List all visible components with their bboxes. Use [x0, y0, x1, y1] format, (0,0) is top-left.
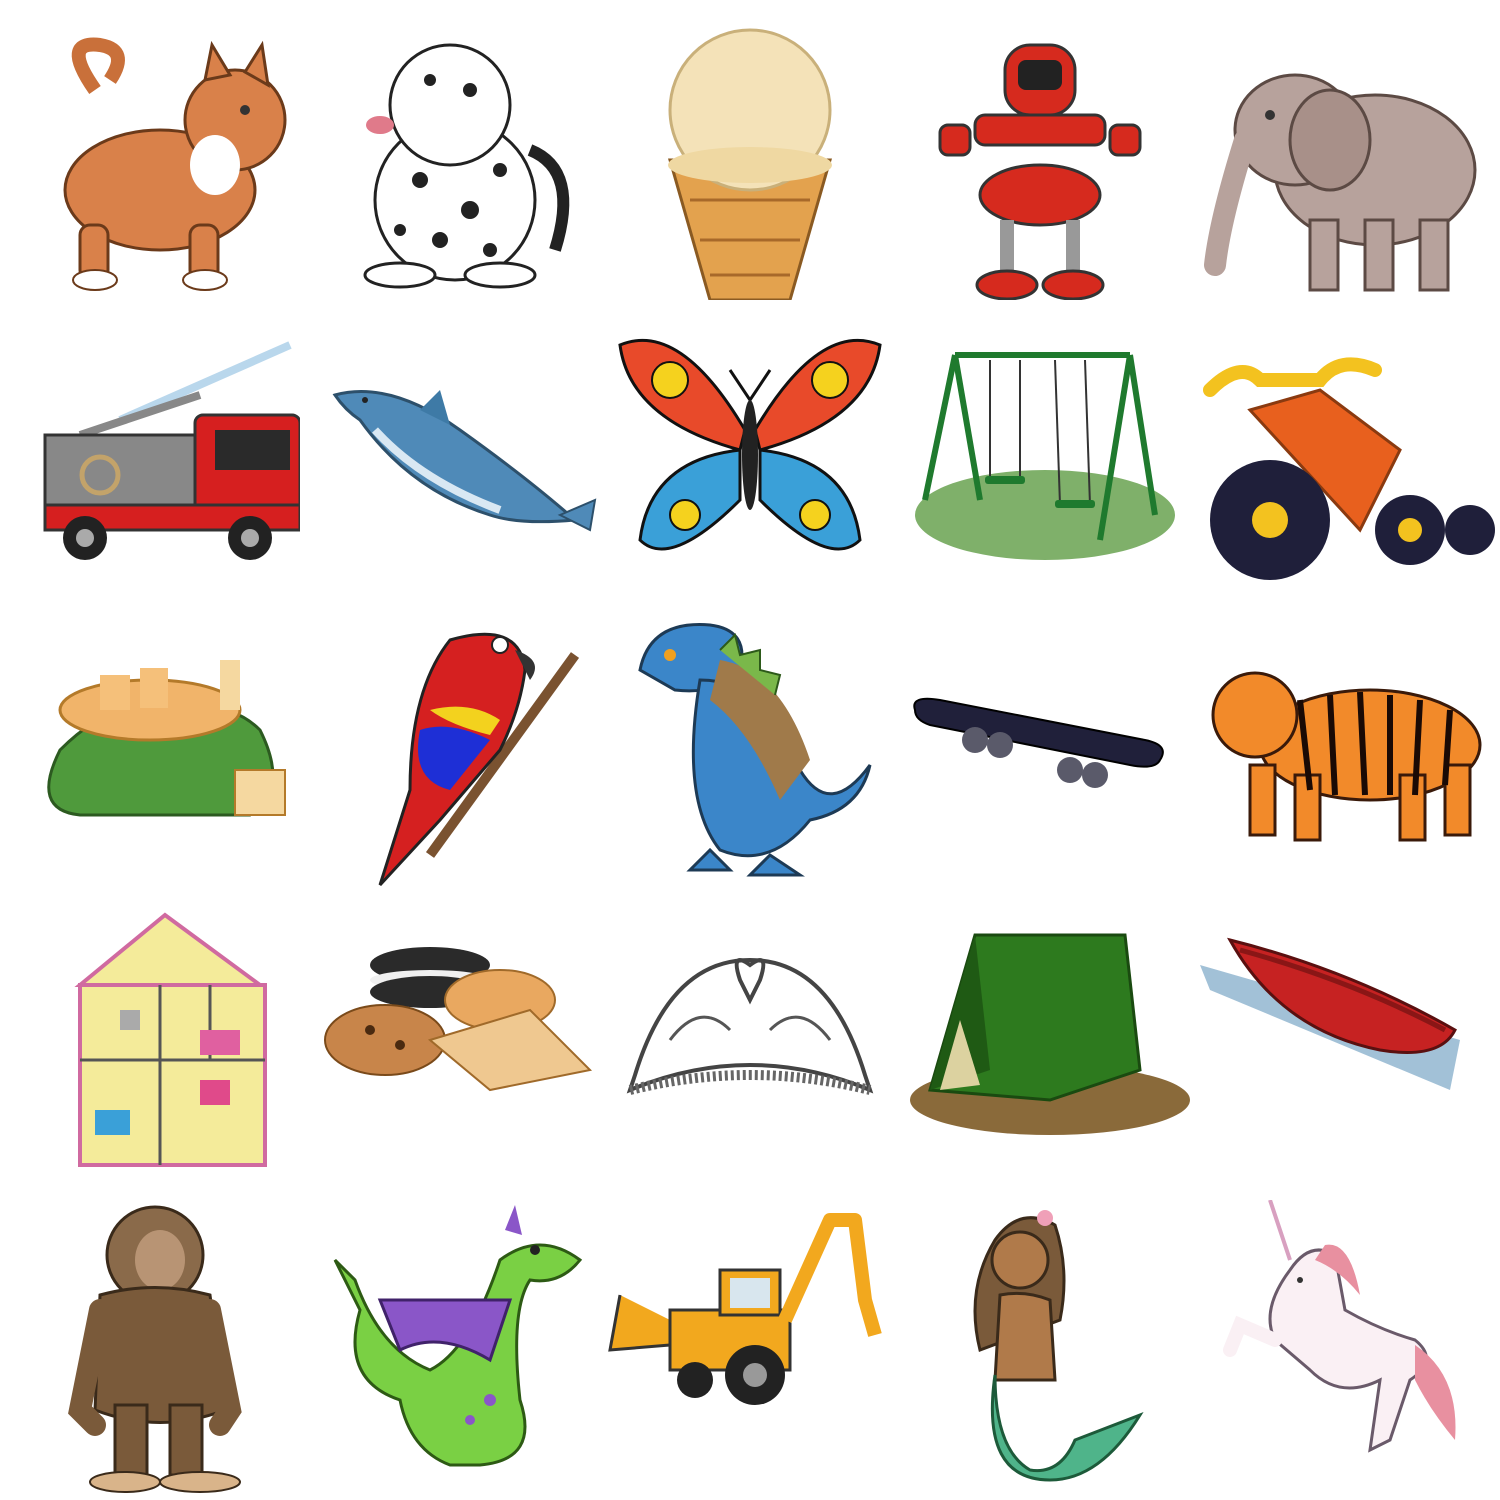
- tiara-icon: [600, 900, 900, 1200]
- dragon-icon: [300, 1200, 600, 1500]
- butterfly-icon: [600, 300, 900, 600]
- dalmatian-puppy-icon: [300, 0, 600, 300]
- tent-icon: [900, 900, 1200, 1200]
- elephant-icon: [1200, 0, 1500, 300]
- dollhouse-icon: [0, 900, 300, 1200]
- ice-cream-cone-icon: [600, 0, 900, 300]
- unicorn-icon: [1200, 1200, 1500, 1500]
- robot-icon: [900, 0, 1200, 300]
- canoe-icon: [1200, 900, 1500, 1200]
- picture-grid: [0, 0, 1500, 1500]
- dinosaur-icon: [600, 600, 900, 900]
- swing-set-icon: [900, 300, 1200, 600]
- mermaid-icon: [900, 1200, 1200, 1500]
- tiger-icon: [1200, 600, 1500, 900]
- treasure-bag-icon: [0, 600, 300, 900]
- skateboard-icon: [900, 600, 1200, 900]
- backhoe-icon: [600, 1200, 900, 1500]
- dolphin-icon: [300, 300, 600, 600]
- cookies-icon: [300, 900, 600, 1200]
- fire-truck-icon: [0, 300, 300, 600]
- tricycle-icon: [1200, 300, 1500, 600]
- cat-icon: [0, 0, 300, 300]
- bigfoot-icon: [0, 1200, 300, 1500]
- parrot-icon: [300, 600, 600, 900]
